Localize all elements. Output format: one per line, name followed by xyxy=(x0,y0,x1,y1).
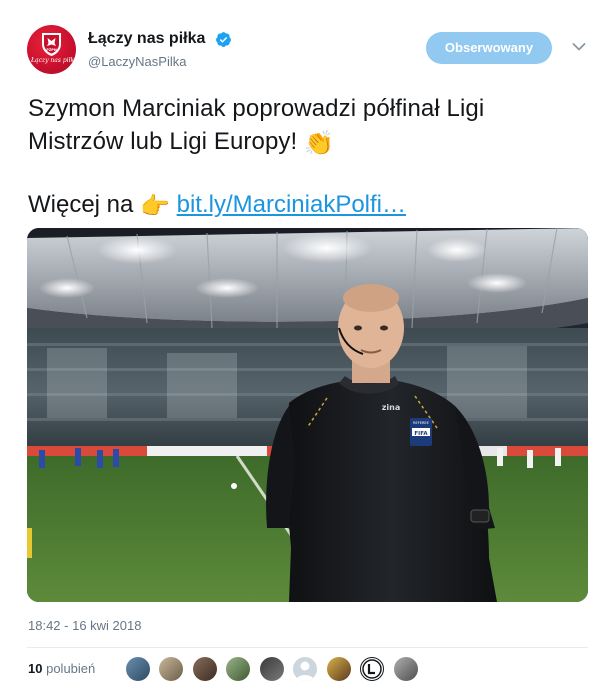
liker-avatar[interactable] xyxy=(126,657,150,681)
stadium-photo-illustration: FIFA REFEREE zina xyxy=(27,228,588,602)
liker-avatars xyxy=(126,657,423,681)
liker-avatar[interactable] xyxy=(226,657,251,681)
liker-avatar[interactable] xyxy=(360,657,385,681)
tweet-text-line-2: Mistrzów lub Ligi Europy! 👏 xyxy=(28,125,588,160)
svg-text:PZPN: PZPN xyxy=(46,48,57,52)
avatar-script-text: Łączy nas piłka xyxy=(31,57,76,64)
following-button[interactable]: Obserwowany xyxy=(426,32,552,64)
kit-brand-text: zina xyxy=(382,403,401,412)
clapping-hands-icon: 👏 xyxy=(304,130,335,157)
likes-summary[interactable]: 10 polubień xyxy=(28,661,95,676)
chevron-down-icon[interactable] xyxy=(572,42,586,52)
tweet-timestamp[interactable]: 18:42 - 16 kwi 2018 xyxy=(28,618,141,633)
tweet-text: Szymon Marciniak poprowadzi półfinał Lig… xyxy=(28,92,588,160)
liker-avatar[interactable] xyxy=(192,657,217,681)
referee-badge-caption: REFEREE xyxy=(413,421,429,425)
pzpn-crest-icon: PZPN xyxy=(42,33,61,56)
tweet-text-line-2-text: Mistrzów lub Ligi Europy! xyxy=(28,128,305,155)
tweet-card: PZPN Łączy nas piłka Łączy nas piłka @La… xyxy=(0,0,615,691)
tweet-text-line-1: Szymon Marciniak poprowadzi półfinał Lig… xyxy=(28,95,485,122)
divider xyxy=(27,647,588,648)
liker-avatar[interactable] xyxy=(326,657,351,681)
more-info-prefix: Więcej na xyxy=(28,191,141,218)
tweet-photo[interactable]: FIFA REFEREE zina xyxy=(27,228,588,602)
letter-l-logo-icon xyxy=(362,659,382,679)
tweet-link[interactable]: bit.ly/MarciniakPolfi… xyxy=(177,191,406,218)
likes-label: polubień xyxy=(46,661,96,676)
account-avatar[interactable]: PZPN Łączy nas piłka xyxy=(27,25,76,74)
liker-avatar[interactable] xyxy=(393,657,418,681)
account-handle[interactable]: @LaczyNasPilka xyxy=(88,54,186,69)
pointing-hand-icon: 👉 xyxy=(140,193,170,220)
default-user-icon xyxy=(296,661,315,681)
likes-count: 10 xyxy=(28,661,43,676)
display-name[interactable]: Łączy nas piłka xyxy=(88,30,205,48)
liker-avatar[interactable] xyxy=(259,657,284,681)
liker-avatar[interactable] xyxy=(159,657,184,681)
fifa-badge-text: FIFA xyxy=(414,431,428,437)
liker-avatar[interactable] xyxy=(293,657,318,681)
more-info-line: Więcej na 👉 bit.ly/MarciniakPolfi… xyxy=(28,188,406,223)
verified-badge-icon xyxy=(216,32,231,47)
